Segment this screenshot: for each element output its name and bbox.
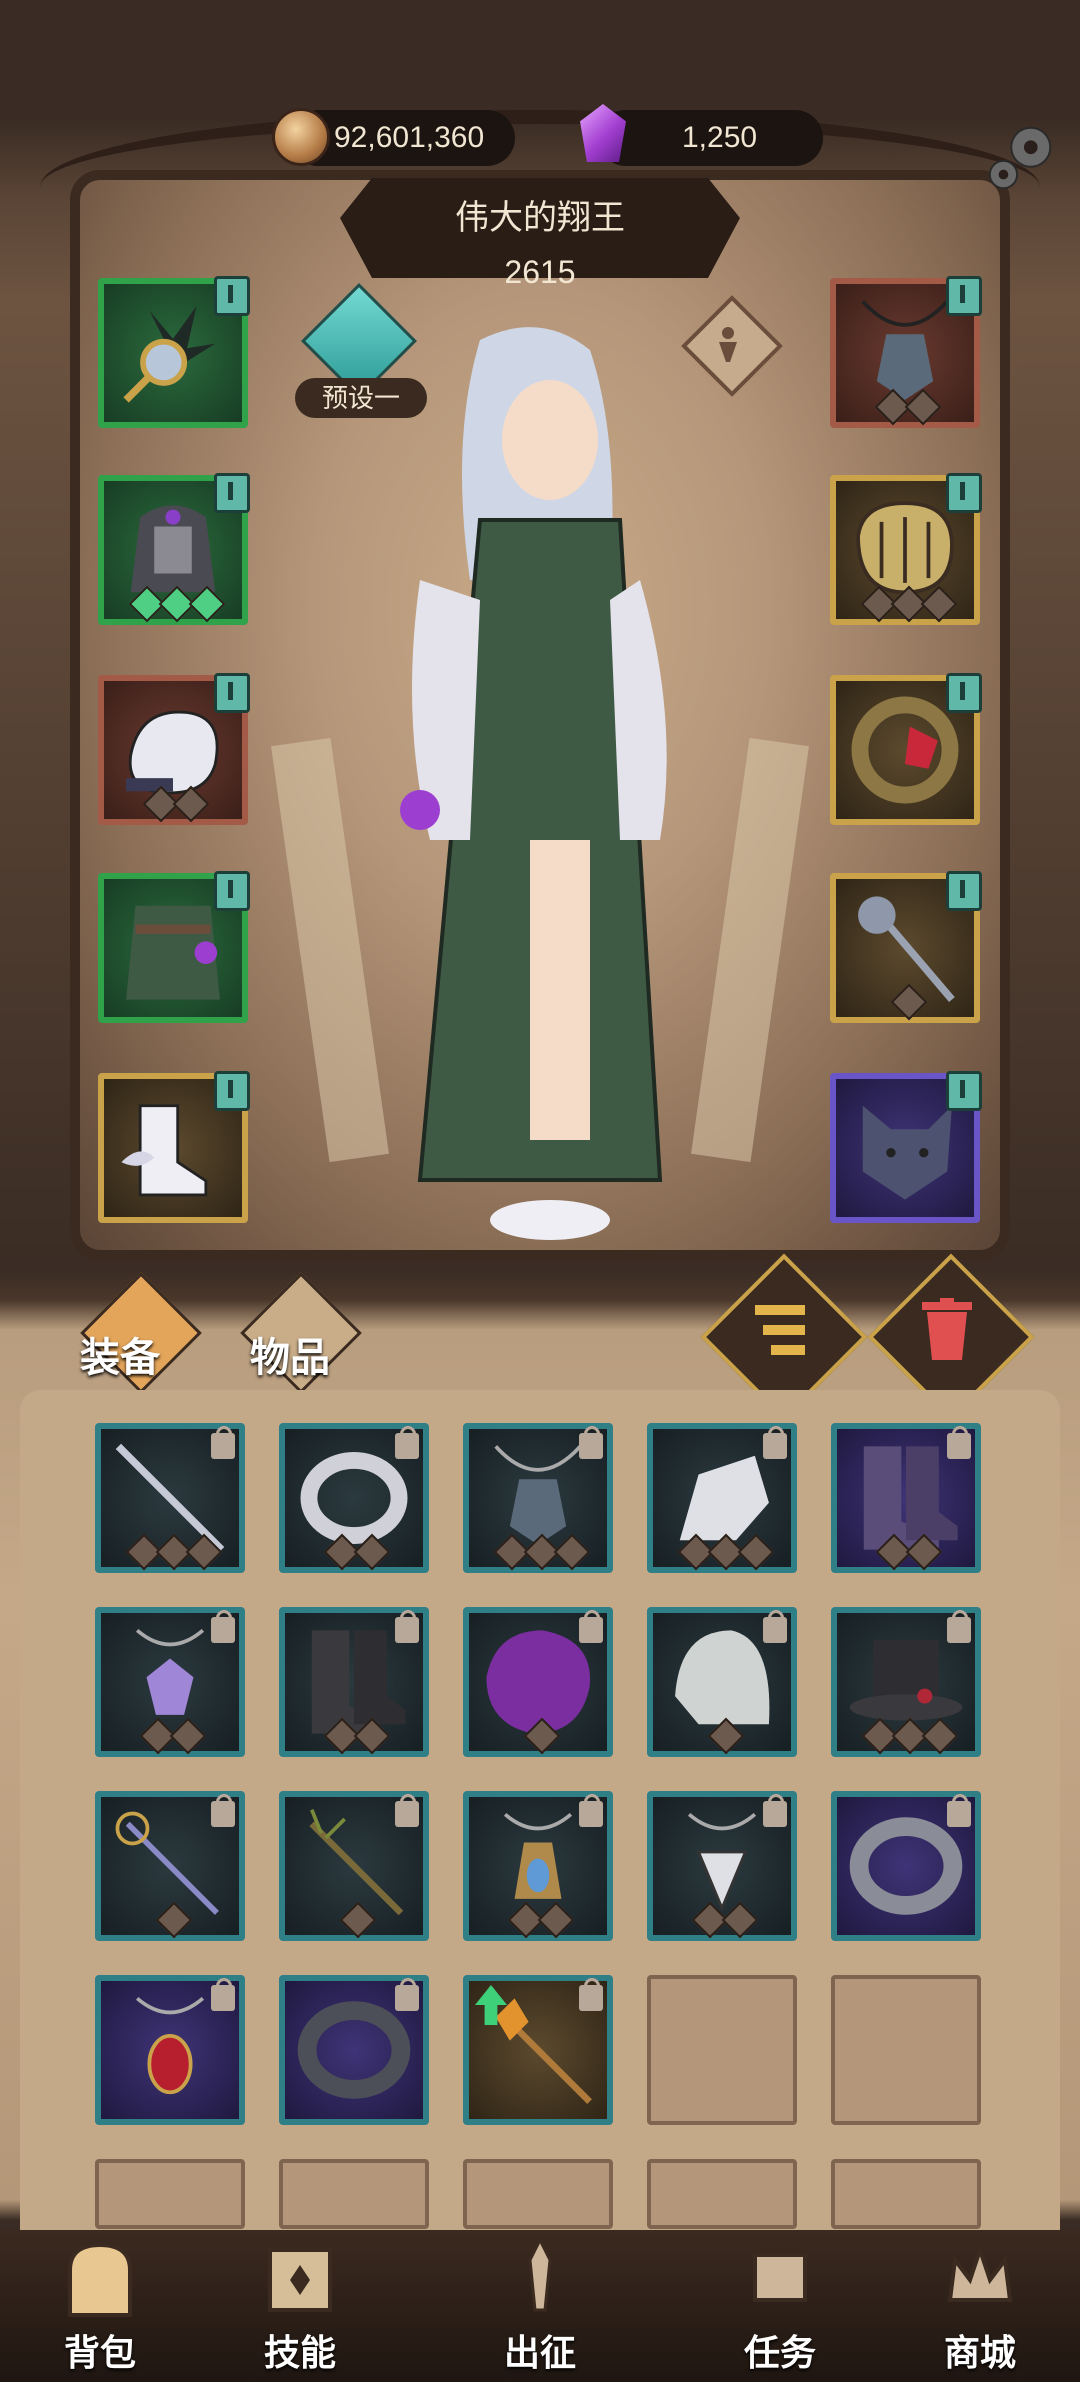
inventory-item-claw[interactable] — [463, 1607, 613, 1757]
inventory-slot-empty[interactable] — [279, 2159, 429, 2229]
lock-icon[interactable] — [947, 1610, 971, 1643]
lock-icon[interactable] — [395, 1610, 419, 1643]
gem-counter: 1,250 — [598, 110, 823, 166]
equipped-tag — [946, 473, 982, 513]
nav-shop[interactable]: 商城 — [905, 2240, 1055, 2380]
lock-icon[interactable] — [211, 1426, 235, 1459]
scroll-icon — [753, 2253, 807, 2302]
inventory-item-clock-pendant[interactable] — [647, 1791, 797, 1941]
tab-equipment[interactable]: 装备 — [80, 1325, 160, 1383]
skill-book-icon — [268, 2248, 332, 2312]
equipped-tag — [214, 473, 250, 513]
lock-icon[interactable] — [211, 1610, 235, 1643]
equip-slot-necklace[interactable] — [830, 276, 982, 428]
equip-slot-ring[interactable] — [830, 673, 982, 825]
inventory-item-branch-staff[interactable] — [279, 1791, 429, 1941]
equip-slot-gloves[interactable] — [98, 673, 250, 825]
equipped-tag — [946, 871, 982, 911]
nav-bag-label: 背包 — [63, 2332, 136, 2373]
inventory-item-wand[interactable] — [95, 1423, 245, 1573]
lock-icon[interactable] — [579, 1794, 603, 1827]
sort-list-icon — [755, 1305, 805, 1355]
nav-quests-label: 任务 — [743, 2332, 816, 2373]
inventory-item-ruby-pendant[interactable] — [95, 1975, 245, 2125]
inventory-slot-empty[interactable] — [647, 1975, 797, 2125]
nav-shop-label: 商城 — [943, 2332, 1016, 2373]
crown-icon — [947, 2243, 1013, 2302]
equipped-tag — [214, 673, 250, 713]
hero-character-portrait — [400, 327, 667, 1240]
inventory-item-iron-ring[interactable] — [279, 1975, 429, 2125]
nav-skills[interactable]: 技能 — [225, 2240, 375, 2380]
equip-slot-pet[interactable] — [830, 1071, 982, 1223]
equipped-tag — [946, 673, 982, 713]
gem-amount: 1,250 — [682, 121, 758, 154]
nav-battle-label: 出征 — [503, 2332, 576, 2373]
nav-quests[interactable]: 任务 — [705, 2240, 855, 2380]
nav-battle[interactable]: 出征 — [465, 2240, 615, 2380]
equipped-tag — [214, 276, 250, 316]
inventory-item-gauntlet[interactable] — [647, 1423, 797, 1573]
lock-icon[interactable] — [579, 1610, 603, 1643]
settings-gear-icon[interactable] — [982, 118, 1060, 196]
inventory-slot-empty[interactable] — [831, 1975, 981, 2125]
nav-bag[interactable]: 背包 — [25, 2240, 175, 2380]
coin-icon — [272, 108, 330, 166]
lock-icon[interactable] — [947, 1426, 971, 1459]
lock-icon[interactable] — [395, 1794, 419, 1827]
equip-slot-helmet[interactable] — [98, 473, 250, 625]
equip-slot-boots[interactable] — [98, 1071, 250, 1223]
lock-icon[interactable] — [395, 1426, 419, 1459]
inventory-slot-empty[interactable] — [831, 2159, 981, 2229]
equipped-tag — [946, 276, 982, 316]
hero-power: 2615 — [504, 254, 576, 290]
inventory-item-necklace[interactable] — [463, 1423, 613, 1573]
lock-icon[interactable] — [763, 1794, 787, 1827]
inventory-item-ring[interactable] — [279, 1423, 429, 1573]
tab-items[interactable]: 物品 — [250, 1325, 330, 1383]
equip-slot-offhand[interactable] — [830, 871, 982, 1023]
lock-icon[interactable] — [579, 1426, 603, 1459]
trash-icon — [922, 1298, 972, 1360]
lock-icon[interactable] — [579, 1978, 603, 2011]
inventory-item-staff[interactable] — [95, 1791, 245, 1941]
equipped-tag — [214, 1071, 250, 1111]
inventory-item-boots[interactable] — [831, 1423, 981, 1573]
inventory-slot-empty[interactable] — [647, 2159, 797, 2229]
equip-slot-weapon[interactable] — [98, 276, 250, 428]
equipped-tag — [946, 1071, 982, 1111]
game-inventory-screen: { "currency": { "gold_value": "92,601,36… — [0, 0, 1080, 2382]
equipped-tag — [214, 871, 250, 911]
inventory-slot-empty[interactable] — [463, 2159, 613, 2229]
equip-slot-fist[interactable] — [830, 473, 982, 625]
inventory-item-flame-staff[interactable] — [463, 1975, 613, 2125]
hero-title: 伟大的翔王 — [455, 199, 625, 237]
gold-amount: 92,601,360 — [334, 121, 485, 154]
nav-skills-label: 技能 — [263, 2332, 336, 2373]
lock-icon[interactable] — [211, 1978, 235, 2011]
lock-icon[interactable] — [763, 1426, 787, 1459]
inventory-item-rune-ring[interactable] — [831, 1791, 981, 1941]
lock-icon[interactable] — [763, 1610, 787, 1643]
lock-icon[interactable] — [947, 1794, 971, 1827]
sword-banner-icon — [528, 2240, 552, 2312]
inventory-item-hood[interactable] — [647, 1607, 797, 1757]
inventory-slot-empty[interactable] — [95, 2159, 245, 2229]
lock-icon[interactable] — [395, 1978, 419, 2011]
equip-slot-armor[interactable] — [98, 871, 250, 1023]
inventory-item-hat[interactable] — [831, 1607, 981, 1757]
backpack-icon — [68, 2242, 132, 2317]
inventory-item-boots[interactable] — [279, 1607, 429, 1757]
lock-icon[interactable] — [211, 1794, 235, 1827]
inventory-item-amulet[interactable] — [95, 1607, 245, 1757]
inventory-item-talisman[interactable] — [463, 1791, 613, 1941]
